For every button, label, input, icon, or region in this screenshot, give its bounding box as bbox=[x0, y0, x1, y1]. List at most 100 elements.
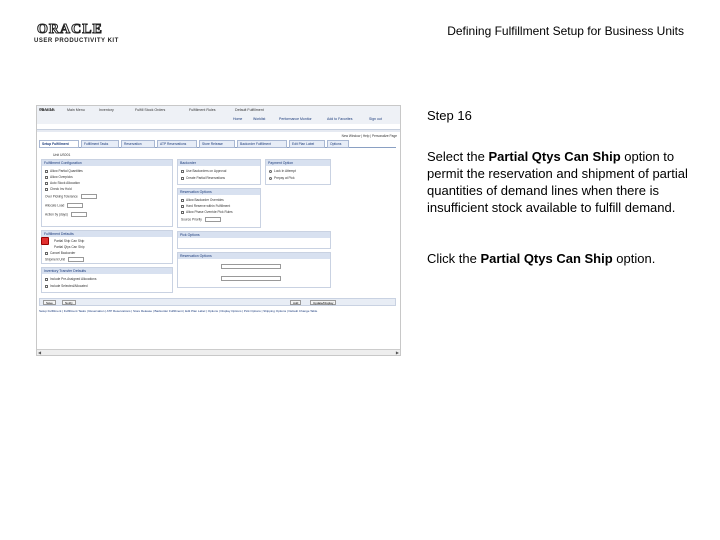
row-label: Over Picking Tolerance bbox=[45, 194, 78, 199]
logo-oracle-text: ORACLE bbox=[37, 22, 103, 38]
nav-item[interactable]: Main Menu bbox=[67, 108, 85, 112]
row-label: Create Partial Reservations bbox=[186, 176, 225, 180]
nav-item[interactable]: Default Fulfillment bbox=[235, 108, 264, 112]
field-row[interactable] bbox=[218, 276, 281, 281]
business-unit-label: Unit US001 bbox=[53, 153, 71, 157]
checkbox-row[interactable]: Allow Overpicks bbox=[45, 175, 73, 179]
page-toolbar[interactable]: New Window | Help | Personalize Page bbox=[342, 134, 397, 138]
fulfillment-config-panel: Fulfillment Configuration Allow Partial … bbox=[41, 159, 173, 227]
transfer-defaults-panel: Inventory Transfer Defaults Include Pre-… bbox=[41, 267, 173, 293]
nav-bar: Favorites Main Menu Inventory Fulfill St… bbox=[37, 106, 400, 124]
checkbox-row[interactable]: Include Selected/Allocated bbox=[45, 284, 88, 288]
desc-option-name: Partial Qtys Can Ship bbox=[488, 149, 621, 164]
tab-reservation[interactable]: Reservation bbox=[121, 140, 155, 148]
checkbox-row[interactable]: Include Pre-Assigned Allocations bbox=[45, 277, 96, 281]
checkbox-row[interactable]: Check Inv Hold bbox=[45, 187, 72, 191]
tab-backorder-fulfillment[interactable]: Backorder Fulfillment bbox=[237, 140, 287, 148]
row-label: Auto Stock Allocation bbox=[50, 181, 80, 185]
radio-row[interactable]: Prepay at Pick bbox=[269, 176, 295, 180]
panel-header: Reservation Options bbox=[178, 253, 330, 259]
row-label: Shipment Unit bbox=[45, 257, 66, 262]
tab-options[interactable]: Options bbox=[327, 140, 349, 148]
tab-setup-fulfillment[interactable]: Setup Fulfillment bbox=[39, 140, 79, 148]
checkbox-row[interactable]: Allow Partial Quantities bbox=[45, 169, 83, 173]
scroll-left-icon[interactable]: ◀ bbox=[38, 350, 41, 355]
favorites-link[interactable]: Add to Favorites bbox=[327, 117, 352, 121]
oracle-upk-logo: ORACLE USER PRODUCTIVITY KIT bbox=[34, 22, 126, 50]
checkbox-row[interactable]: Partial Ship Can Ship bbox=[54, 239, 84, 243]
save-button[interactable]: Save bbox=[43, 300, 56, 305]
checkbox-row[interactable]: Create Partial Reservations bbox=[181, 176, 225, 180]
panel-header: Pick Options bbox=[178, 232, 330, 238]
panel-header: Payment Option bbox=[266, 160, 330, 166]
row-label: Partial Ship Can Ship bbox=[54, 239, 85, 243]
row-label: Allow Overpicks bbox=[50, 175, 73, 179]
scroll-right-icon[interactable]: ▶ bbox=[396, 350, 399, 355]
footer-links[interactable]: Setup Fulfillment | Fulfillment Tasks | … bbox=[39, 309, 396, 313]
action-suffix: option. bbox=[612, 251, 656, 266]
row-label: Check Inv Hold bbox=[50, 187, 72, 191]
backorder-panel: Backorder Use Backorders on Approval Cre… bbox=[177, 159, 261, 185]
field-row[interactable]: Source Priority bbox=[181, 217, 221, 222]
tab-store-release[interactable]: Store Release bbox=[199, 140, 235, 148]
worklist-link[interactable]: Worklist bbox=[253, 117, 265, 121]
row-label: Allow Backorder Overrides bbox=[186, 198, 224, 202]
fulfillment-defaults-panel: Fulfillment Defaults Partial Ship Can Sh… bbox=[41, 230, 173, 264]
field-row[interactable]: Over Picking Tolerance bbox=[45, 194, 97, 199]
desc-prefix: Select the bbox=[427, 149, 489, 164]
radio-row[interactable]: Lock In Attempt bbox=[269, 169, 296, 173]
step-description: Select the Partial Qtys Can Ship option … bbox=[427, 148, 691, 216]
row-label: Include Selected/Allocated bbox=[50, 284, 88, 288]
reserve-options-panel: Reservation Options bbox=[177, 252, 331, 288]
partial-qtys-can-ship-checkbox-highlight[interactable] bbox=[41, 237, 49, 245]
row-label: Use Backorders on Approval bbox=[186, 169, 227, 173]
add-button[interactable]: Add bbox=[290, 300, 302, 305]
oracle-brand: ORACLE bbox=[39, 108, 55, 112]
row-label: Cancel Backorder bbox=[50, 251, 76, 255]
home-link[interactable]: Home bbox=[233, 117, 242, 121]
performance-link[interactable]: Performance Monitor bbox=[279, 117, 312, 121]
checkbox-row[interactable]: Use Backorders on Approval bbox=[181, 169, 226, 173]
page-title: Defining Fulfillment Setup for Business … bbox=[447, 24, 684, 38]
checkbox-row[interactable]: Hard Reserve within Fulfillment bbox=[181, 204, 230, 208]
action-bar: Save Notify Add Update/Display bbox=[39, 298, 396, 306]
row-label: Source Priority bbox=[181, 217, 202, 222]
field-row[interactable]: Action by (days) bbox=[45, 212, 87, 217]
checkbox-row[interactable]: Auto Stock Allocation bbox=[45, 181, 80, 185]
panel-header: Reservation Options bbox=[178, 189, 260, 195]
tab-edit-plan-label[interactable]: Edit Plan Label bbox=[289, 140, 325, 148]
row-label: Include Pre-Assigned Allocations bbox=[50, 277, 97, 281]
logo-subtext: USER PRODUCTIVITY KIT bbox=[34, 38, 119, 44]
step-label: Step 16 bbox=[427, 108, 472, 123]
pick-options-panel: Pick Options bbox=[177, 231, 331, 249]
row-label: Prepay at Pick bbox=[274, 176, 295, 180]
panel-header: Backorder bbox=[178, 160, 260, 166]
row-label: Partial Qtys Can Ship bbox=[54, 245, 85, 249]
tab-strip: Setup Fulfillment Fulfillment Tasks Rese… bbox=[39, 140, 396, 148]
payment-option-panel: Payment Option Lock In Attempt Prepay at… bbox=[265, 159, 331, 185]
horizontal-scrollbar[interactable]: ◀ ▶ bbox=[37, 349, 400, 355]
field-row[interactable]: Shipment Unit bbox=[45, 257, 85, 262]
field-row[interactable] bbox=[218, 264, 281, 269]
checkbox-row[interactable]: Partial Qtys Can Ship bbox=[54, 245, 84, 249]
row-label: Hard Reserve within Fulfillment bbox=[186, 204, 231, 208]
nav-item[interactable]: Fulfill Stock Orders bbox=[135, 108, 165, 112]
row-label: Allow Partial Quantities bbox=[50, 169, 83, 173]
tab-fulfillment-tasks[interactable]: Fulfillment Tasks bbox=[81, 140, 119, 148]
signout-link[interactable]: Sign out bbox=[369, 117, 382, 121]
tab-atp-reservations[interactable]: ATP Reservations bbox=[157, 140, 197, 148]
checkbox-row[interactable]: Cancel Backorder bbox=[45, 251, 75, 255]
nav-item[interactable]: Fulfillment Rules bbox=[189, 108, 216, 112]
row-label: Lock In Attempt bbox=[274, 169, 296, 173]
checkbox-row[interactable]: Allow Backorder Overrides bbox=[181, 198, 224, 202]
nav-item[interactable]: Inventory bbox=[99, 108, 114, 112]
update-display-button[interactable]: Update/Display bbox=[310, 300, 337, 305]
checkbox-row[interactable]: Allow Phase Override Pick Rules bbox=[181, 210, 233, 214]
notify-button[interactable]: Notify bbox=[62, 300, 76, 305]
action-prefix: Click the bbox=[427, 251, 481, 266]
field-row[interactable]: Allocate Load bbox=[45, 203, 84, 208]
row-label: Action by (days) bbox=[45, 212, 68, 217]
panel-header: Fulfillment Defaults bbox=[42, 231, 172, 237]
header-divider bbox=[37, 129, 400, 132]
row-label: Allow Phase Override Pick Rules bbox=[186, 210, 233, 214]
